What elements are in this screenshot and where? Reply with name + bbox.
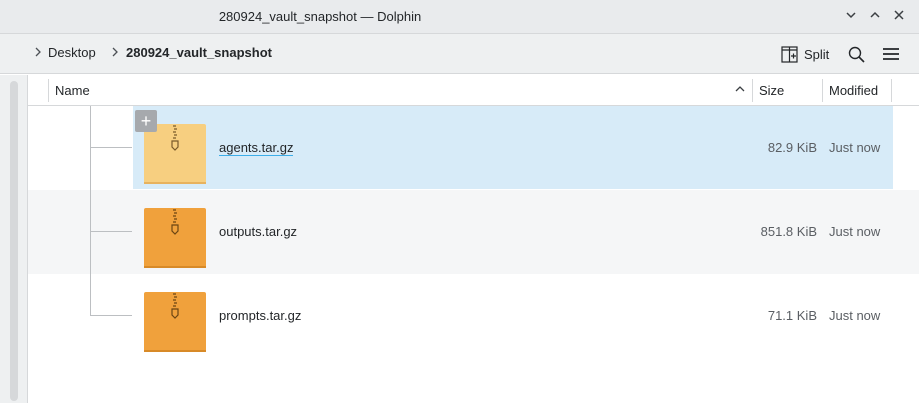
file-modified: Just now (829, 308, 881, 323)
archive-icon[interactable] (143, 290, 207, 354)
split-view-icon (781, 45, 798, 63)
left-panel-scrollbar[interactable] (0, 75, 28, 403)
column-header: Name Size Modified (28, 75, 919, 106)
window-title: 280924_vault_snapshot — Dolphin (218, 9, 422, 24)
column-size-header[interactable]: Size (759, 75, 784, 106)
chevron-right-icon (110, 46, 120, 61)
column-modified-header[interactable]: Modified (829, 75, 878, 106)
file-name[interactable]: prompts.tar.gz (219, 308, 301, 323)
tree-line-horizontal (90, 315, 132, 316)
file-row[interactable]: + agents.tar.gz 82.9 KiB Just now (28, 106, 919, 190)
menu-button[interactable] (882, 42, 900, 66)
file-row[interactable]: prompts.tar.gz 71.1 KiB Just now (28, 274, 919, 358)
toolbar: Desktop 280924_vault_snapshot Split (0, 34, 919, 74)
breadcrumb-desktop[interactable]: Desktop (48, 45, 96, 60)
file-name[interactable]: outputs.tar.gz (219, 224, 297, 239)
column-name-header[interactable]: Name (55, 75, 90, 106)
search-icon (848, 46, 865, 63)
split-label: Split (804, 46, 830, 62)
select-toggle-plus-icon[interactable]: + (135, 110, 157, 132)
tree-line-horizontal (90, 147, 132, 148)
chevron-down-icon (846, 12, 856, 19)
tree-line-vertical (90, 106, 91, 316)
column-divider (891, 79, 892, 102)
hamburger-menu-icon (883, 48, 899, 60)
file-size: 851.8 KiB (760, 224, 817, 239)
column-divider (752, 79, 753, 102)
maximize-button[interactable] (867, 9, 883, 25)
search-button[interactable] (848, 42, 865, 66)
file-size: 71.1 KiB (767, 308, 817, 323)
chevron-right-icon (33, 46, 43, 61)
breadcrumb-current-folder[interactable]: 280924_vault_snapshot (126, 45, 272, 60)
file-modified: Just now (829, 140, 881, 155)
column-divider (822, 79, 823, 102)
file-size: 82.9 KiB (767, 140, 817, 155)
title-bar: 280924_vault_snapshot — Dolphin (0, 0, 919, 34)
scrollbar-track[interactable] (10, 81, 18, 401)
file-modified: Just now (829, 224, 881, 239)
sort-ascending-icon[interactable] (734, 75, 746, 106)
minimize-button[interactable] (843, 9, 859, 25)
close-button[interactable] (891, 9, 907, 25)
chevron-up-icon (870, 11, 880, 18)
tree-line-horizontal (90, 231, 132, 232)
file-list: + agents.tar.gz 82.9 KiB Just now output… (28, 106, 919, 403)
split-button[interactable]: Split (781, 42, 829, 66)
column-divider (48, 79, 49, 102)
archive-icon[interactable] (143, 206, 207, 270)
file-name[interactable]: agents.tar.gz (219, 140, 294, 156)
file-row[interactable]: outputs.tar.gz 851.8 KiB Just now (28, 190, 919, 274)
close-icon (894, 10, 904, 20)
